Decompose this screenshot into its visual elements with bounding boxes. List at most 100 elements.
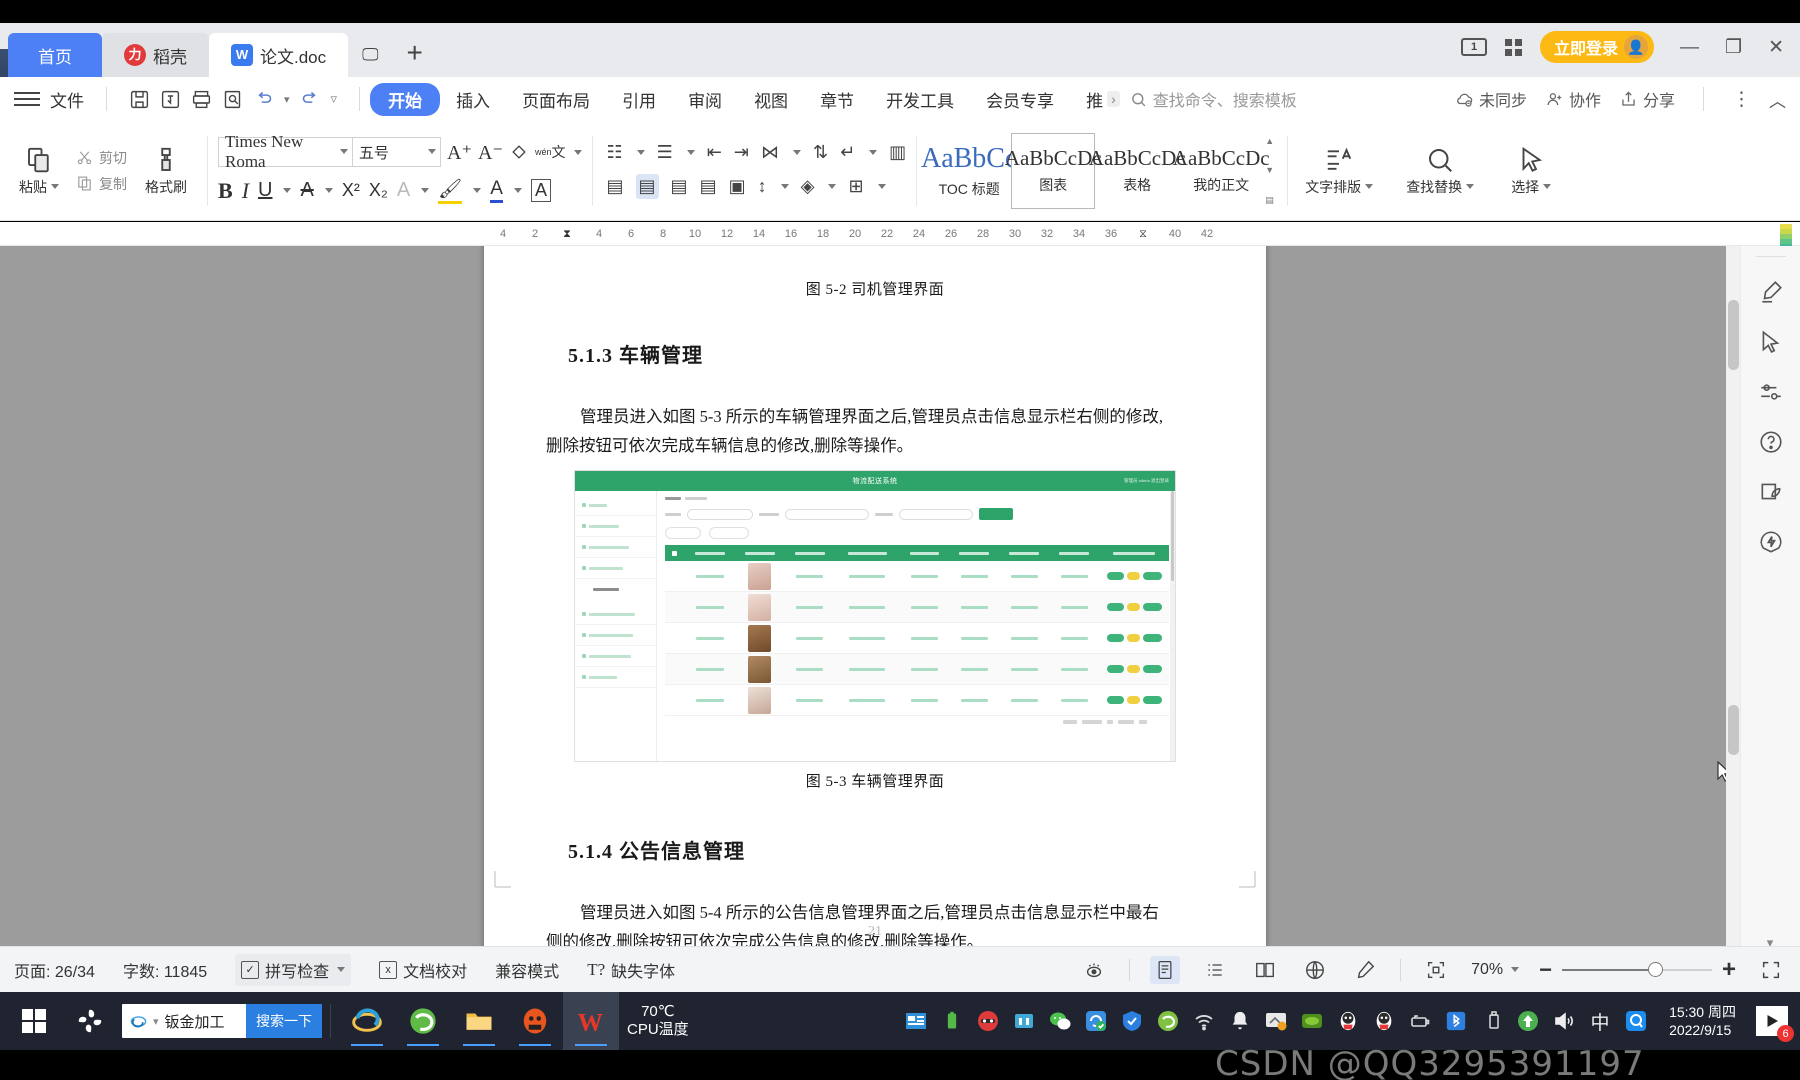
align-right-icon[interactable]: ▤ [671, 176, 688, 197]
cut-button[interactable]: 剪切 [76, 148, 127, 168]
font-size-input[interactable]: 五号 [353, 137, 441, 167]
tray-volume-icon[interactable] [1551, 1008, 1577, 1034]
tab-section[interactable]: 章节 [804, 83, 870, 116]
tray-power-icon[interactable] [1407, 1008, 1433, 1034]
taskbar-search-button[interactable]: 搜索一下 [246, 1004, 322, 1038]
tray-nvidia-icon[interactable] [1299, 1008, 1325, 1034]
quick-access-dropdown-icon[interactable]: ▿ [331, 91, 338, 107]
tray-security-icon[interactable] [975, 1008, 1001, 1034]
chevron-down-icon[interactable] [1511, 967, 1520, 972]
file-menu-button[interactable]: 文件 [46, 87, 96, 112]
strikethrough-button[interactable]: A [300, 179, 313, 202]
style-my-body[interactable]: AaBbCcDc 我的正文 [1173, 133, 1270, 209]
increase-indent-icon[interactable]: ⇥ [734, 142, 749, 163]
distribute-icon[interactable]: ▣ [729, 176, 746, 197]
minimize-button[interactable]: — [1680, 38, 1699, 57]
start-button[interactable] [6, 992, 62, 1050]
style-figure[interactable]: AaBbCcDc 图表 [1005, 132, 1102, 209]
tray-bluetooth-icon[interactable] [1443, 1008, 1469, 1034]
print-preview-icon[interactable] [222, 89, 243, 110]
tray-driver-icon[interactable] [1011, 1008, 1037, 1034]
settings-sliders-icon[interactable] [1741, 367, 1800, 417]
align-left-icon[interactable]: ▤ [607, 176, 624, 197]
cortana-icon[interactable] [62, 992, 118, 1050]
zoom-knob[interactable] [1647, 961, 1663, 977]
zoom-slider[interactable]: − + [1539, 956, 1736, 984]
tray-news-icon[interactable] [903, 1008, 929, 1034]
vertical-scroll-thumb[interactable] [1728, 300, 1739, 370]
help-icon[interactable] [1741, 417, 1800, 467]
tab-developer[interactable]: 开发工具 [870, 83, 970, 116]
shading-icon[interactable]: ◈ [801, 176, 815, 197]
ribbon-collapse-icon[interactable]: ︿ [1769, 87, 1786, 112]
tab-member[interactable]: 会员专享 [970, 83, 1070, 116]
horizontal-ruler[interactable]: 4 2 ⧗ 4 6 8 10 12 14 16 18 20 22 24 26 2… [0, 222, 1800, 246]
tab-view[interactable]: 视图 [738, 83, 804, 116]
chevron-down-icon[interactable] [780, 184, 789, 189]
format-painter-button[interactable]: 格式刷 [135, 145, 197, 197]
tab-docer[interactable]: 力 稻壳 [102, 33, 209, 77]
embedded-scrollbar[interactable] [1170, 491, 1175, 761]
redo-icon[interactable] [300, 89, 321, 110]
tab-more-icon[interactable]: › [1107, 91, 1120, 107]
sync-status-button[interactable]: 未同步 [1455, 87, 1527, 111]
chevron-down-icon[interactable] [828, 184, 837, 189]
tray-ime-icon[interactable]: 中 [1587, 1008, 1613, 1034]
underline-button[interactable]: U [258, 179, 272, 202]
save-icon[interactable] [129, 89, 150, 110]
app-grid-icon[interactable] [1505, 38, 1523, 56]
chevron-down-icon[interactable] [513, 188, 522, 193]
text-effects-button[interactable]: A [397, 179, 410, 202]
eye-protect-mode-icon[interactable] [1741, 467, 1800, 517]
chevron-down-icon[interactable] [792, 150, 801, 155]
taskbar-browser-cat[interactable] [507, 992, 563, 1050]
select-pointer-icon[interactable] [1741, 317, 1800, 367]
text-layout-button[interactable]: 文字排版 [1298, 145, 1380, 197]
bold-button[interactable]: B [218, 178, 233, 204]
chevron-down-icon[interactable] [1466, 184, 1475, 189]
justify-icon[interactable]: ▤ [700, 176, 717, 197]
print-icon[interactable] [191, 89, 212, 110]
clear-format-icon[interactable] [509, 142, 529, 162]
grow-font-icon[interactable]: A⁺ [447, 140, 472, 165]
eye-protect-button[interactable] [1079, 956, 1109, 984]
chevron-down-icon[interactable] [573, 149, 582, 155]
right-indent-marker-icon[interactable]: ⧖ [1127, 228, 1159, 241]
zoom-out-button[interactable]: − [1539, 957, 1552, 983]
copy-button[interactable]: 复制 [76, 174, 127, 194]
tab-overflow-icon[interactable]: 🖵 [348, 29, 392, 77]
zoom-track[interactable] [1561, 961, 1712, 977]
chevron-down-icon[interactable] [1365, 184, 1374, 189]
tab-page-layout[interactable]: 页面布局 [506, 83, 606, 116]
decrease-indent-icon[interactable]: ⇤ [707, 142, 722, 163]
zoom-in-button[interactable]: + [1722, 956, 1736, 984]
taskbar-wps-writer[interactable]: W [563, 992, 619, 1050]
style-toc-heading[interactable]: AaBbCc TOC 标题 [921, 133, 1017, 209]
tab-insert[interactable]: 插入 [440, 83, 506, 116]
style-table[interactable]: AaBbCcDc 表格 [1089, 133, 1186, 209]
font-color-button[interactable]: A [490, 178, 503, 203]
tray-wifi-icon[interactable] [1191, 1008, 1217, 1034]
tab-references[interactable]: 引用 [606, 83, 672, 116]
font-name-input[interactable]: Times New Roma [218, 132, 353, 171]
menu-icon[interactable] [14, 92, 40, 106]
page-indicator[interactable]: 页面: 26/34 [14, 958, 95, 982]
highlighter-pen-icon[interactable] [1741, 267, 1800, 317]
presentation-mode-icon[interactable]: 1 [1461, 38, 1488, 56]
find-replace-button[interactable]: 查找替换 [1396, 145, 1484, 197]
italic-button[interactable]: I [242, 178, 249, 204]
paste-button[interactable]: 粘贴 [8, 145, 70, 197]
maximize-button[interactable]: ❐ [1725, 38, 1742, 57]
notification-center-button[interactable]: 6 [1756, 1006, 1794, 1042]
share-button[interactable]: 分享 [1619, 87, 1675, 111]
chevron-down-icon[interactable] [340, 149, 348, 154]
numbered-list-icon[interactable]: ☰ [657, 142, 673, 163]
collaborate-button[interactable]: 协作 [1545, 87, 1601, 111]
align-center-icon[interactable]: ▤ [635, 174, 659, 199]
search-dropdown-icon[interactable]: ▾ [153, 1015, 159, 1028]
view-outline-button[interactable] [1200, 956, 1230, 984]
tray-usb-icon[interactable] [1479, 1008, 1505, 1034]
view-reading-button[interactable] [1250, 956, 1280, 984]
tray-screenshot-icon[interactable] [1263, 1008, 1289, 1034]
tray-qq-browser-icon[interactable] [1623, 1008, 1649, 1034]
